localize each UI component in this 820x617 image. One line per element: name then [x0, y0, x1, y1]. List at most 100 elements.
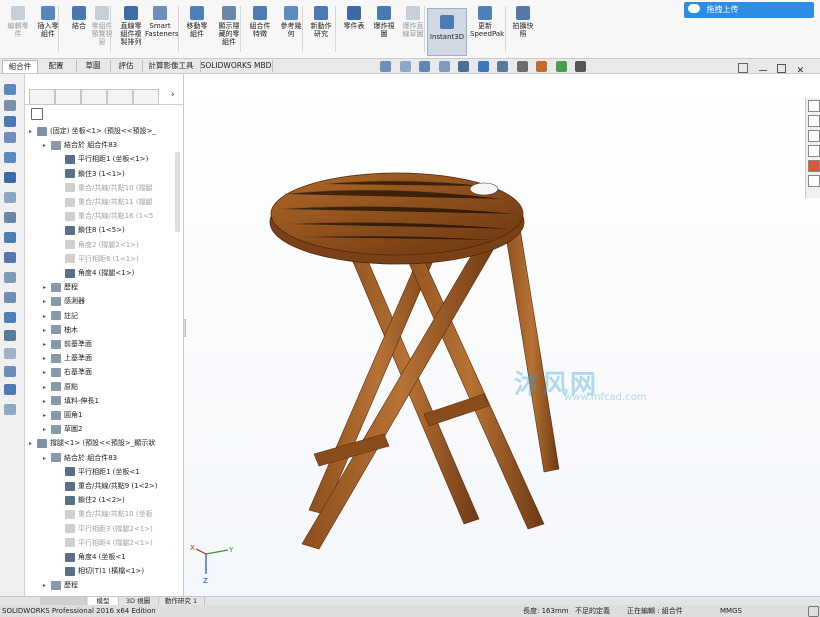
tree-item[interactable]: ▸ 右基準面	[43, 365, 92, 379]
ribbon-button[interactable]: 移動零 組件	[182, 6, 212, 38]
tree-scrollbar[interactable]	[175, 152, 180, 232]
tree-item[interactable]: ▸ 結合於 組合件83	[43, 138, 117, 152]
tree-item[interactable]: 角度4 (坐板<1	[57, 550, 126, 564]
tree-item[interactable]: 平行相距1 (坐板<1	[57, 465, 140, 479]
tree-item[interactable]: ▸ 歷程	[43, 280, 78, 294]
toolbar-tool-icon[interactable]	[4, 252, 16, 263]
resources-icon[interactable]	[808, 115, 820, 127]
expand-arrow-icon[interactable]: ▸	[29, 437, 37, 451]
expand-arrow-icon[interactable]: ▸	[43, 338, 51, 352]
feature-manager-tab[interactable]	[29, 89, 55, 105]
appearances-icon[interactable]	[808, 175, 820, 187]
ribbon-button[interactable]: 直線零 組件複 製排列	[116, 6, 146, 46]
view-settings-icon[interactable]	[575, 61, 587, 72]
tree-item[interactable]: 鎖住3 (1<1>)	[57, 167, 125, 181]
tree-item[interactable]: 平行相距6 (1<1>)	[57, 252, 139, 266]
tree-item[interactable]: ▸ 感測器	[43, 294, 85, 308]
tree-item[interactable]: ▸ 歷程	[43, 578, 78, 592]
tab-command-manager[interactable]: 組合件	[2, 60, 38, 73]
toolbar-tool-icon[interactable]	[4, 366, 16, 377]
tree-item[interactable]: 角度4 (撐腿<1>)	[57, 266, 134, 280]
expand-arrow-icon[interactable]: ▸	[43, 409, 51, 423]
previous-view-icon[interactable]	[419, 61, 431, 72]
restore-icon[interactable]	[777, 64, 787, 73]
expand-arrow-icon[interactable]: ▸	[43, 381, 51, 395]
tree-item[interactable]: 鎖住8 (1<5>)	[57, 223, 125, 237]
tab-command-manager[interactable]: 配置	[36, 60, 77, 72]
expand-arrow-icon[interactable]: ▸	[29, 125, 37, 139]
dimxpert-tab[interactable]	[107, 89, 133, 105]
tree-item[interactable]: 平行相距4 (撐腿2<1>)	[57, 536, 153, 550]
tree-item[interactable]: ▸ 註記	[43, 309, 78, 323]
zoom-to-fit-icon[interactable]	[380, 61, 391, 72]
toolbar-tool-icon[interactable]	[4, 192, 16, 203]
property-manager-tab[interactable]	[55, 89, 81, 105]
tree-item[interactable]: 重合/共線/共點10 (撐腿	[57, 181, 153, 195]
ribbon-button[interactable]: 新動作 研究	[306, 6, 336, 38]
expand-arrow-icon[interactable]: ▸	[43, 366, 51, 380]
expand-arrow-icon[interactable]: ▸	[43, 139, 51, 153]
expand-arrow-icon[interactable]: ▸	[43, 281, 51, 295]
ribbon-button[interactable]: 更新 SpeedPak	[470, 6, 504, 38]
graphics-viewport[interactable]: X Y Z 沐风网 www.mfcad.com	[184, 74, 820, 596]
home-icon[interactable]	[808, 100, 820, 112]
toolbar-tool-icon[interactable]	[4, 152, 16, 163]
hide-show-items-icon[interactable]	[516, 61, 528, 72]
display-style-icon[interactable]	[497, 61, 509, 72]
toolbar-tool-icon[interactable]	[4, 404, 16, 415]
toolbar-tool-icon[interactable]	[4, 132, 16, 143]
toolbar-tool-icon[interactable]	[4, 116, 16, 127]
tree-item[interactable]: 角度2 (撐腿2<1>)	[57, 238, 139, 252]
tree-item[interactable]: ▸ 草圖2	[43, 422, 82, 436]
file-explorer-icon[interactable]	[808, 145, 820, 157]
close-icon[interactable]: ✕	[797, 66, 805, 76]
tree-item[interactable]: ▸ 前基準面	[43, 337, 92, 351]
view-palette-icon[interactable]	[808, 160, 820, 172]
ribbon-button[interactable]: Smart Fasteners	[145, 6, 179, 38]
zoom-area-icon[interactable]	[399, 61, 411, 72]
minimize-icon[interactable]	[758, 70, 767, 71]
tab-command-manager[interactable]: SOLIDWORKS MBD	[200, 60, 273, 72]
ribbon-button[interactable]: 零組件 預覽視 窗	[87, 6, 117, 46]
tree-item[interactable]: 重合/共線/共點16 (1<5	[57, 209, 153, 223]
toolbar-tool-icon[interactable]	[4, 84, 16, 95]
tree-item[interactable]: ▸ 上基準面	[43, 351, 92, 365]
dynamic-annotation-icon[interactable]	[458, 61, 470, 72]
tree-item[interactable]: 相切(T)1 (橫檔<1>)	[57, 564, 144, 578]
apply-scene-icon[interactable]	[555, 61, 567, 72]
toolbar-tool-icon[interactable]	[4, 348, 16, 359]
expand-arrow-icon[interactable]: ▸	[43, 395, 51, 409]
tree-item[interactable]: ▸ 柚木	[43, 323, 78, 337]
ribbon-button[interactable]: 零件表	[339, 6, 369, 30]
display-manager-tab[interactable]	[133, 89, 159, 105]
toolbar-tool-icon[interactable]	[4, 172, 16, 183]
tree-item[interactable]: 平行相距3 (撐腿2<1>)	[57, 522, 153, 536]
ribbon-button[interactable]: 拍攝快 照	[508, 6, 538, 38]
tree-item[interactable]: 平行相距1 (坐板<1>)	[57, 152, 148, 166]
pin-icon[interactable]	[738, 63, 748, 73]
tab-command-manager[interactable]: 草圖	[76, 60, 111, 72]
upload-button[interactable]: 拖拽上传	[684, 2, 814, 18]
expand-arrow-icon[interactable]: ▸	[43, 324, 51, 338]
tab-command-manager[interactable]: 計算影像工具	[142, 60, 201, 72]
tree-item[interactable]: ▸ 填料-伸長1	[43, 394, 99, 408]
configuration-manager-tab[interactable]	[81, 89, 107, 105]
ribbon-button[interactable]: 編輯零 件	[3, 6, 33, 38]
view-orientation-icon[interactable]	[477, 61, 489, 72]
tree-item[interactable]: 重合/共線/共點9 (1<2>)	[57, 479, 158, 493]
tab-command-manager[interactable]: 評估	[110, 60, 143, 72]
tree-item[interactable]: ▸ 撐腿<1> (預設<<預設>_顯示狀	[29, 436, 155, 450]
units-selector[interactable]: MMGS	[720, 605, 742, 617]
toolbar-tool-icon[interactable]	[4, 100, 16, 111]
tree-item[interactable]: ▸ (固定) 坐板<1> (預設<<預設>_	[29, 124, 156, 138]
tree-item[interactable]: ▸ 原點	[43, 380, 78, 394]
tree-item[interactable]: ▸ 圓角1	[43, 408, 82, 422]
chevron-right-icon[interactable]: ›	[171, 90, 175, 100]
tree-item[interactable]: 重合/共線/共點11 (撐腿	[57, 195, 153, 209]
expand-arrow-icon[interactable]: ▸	[43, 295, 51, 309]
edit-appearance-icon[interactable]	[536, 61, 548, 72]
tree-item[interactable]: 鎖住2 (1<2>)	[57, 493, 125, 507]
toolbar-tool-icon[interactable]	[4, 312, 16, 323]
toolbar-tool-icon[interactable]	[4, 272, 16, 283]
toolbar-tool-icon[interactable]	[4, 384, 16, 395]
